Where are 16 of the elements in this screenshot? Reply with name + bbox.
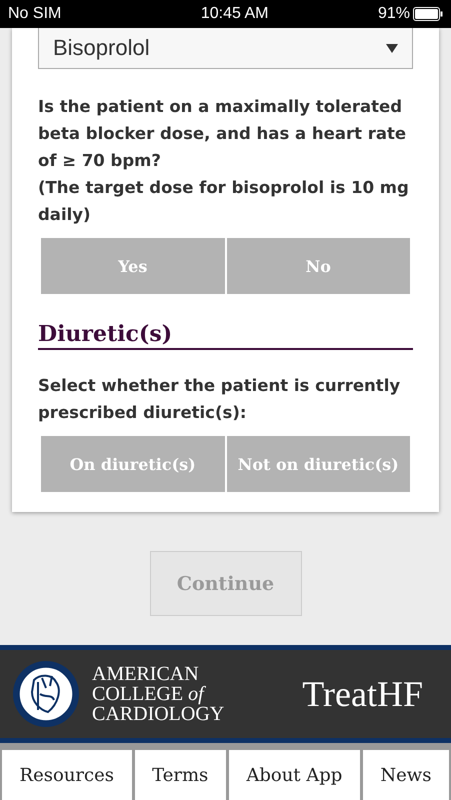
carrier-text: No SIM <box>8 5 62 23</box>
college-wordmark: AMERICAN COLLEGE of CARDIOLOGY <box>92 664 224 724</box>
medication-select[interactable]: Bisoprolol <box>38 28 413 69</box>
battery-icon <box>412 7 443 21</box>
heart-seal-icon <box>12 660 80 728</box>
dropdown-caret-icon <box>386 44 398 52</box>
nav-tab[interactable]: Resources <box>2 750 132 800</box>
clock-text: 10:45 AM <box>200 5 268 23</box>
nav-tab[interactable]: News <box>362 750 449 800</box>
nav-tab[interactable]: About App <box>228 750 360 800</box>
question-text: Select whether the patient is currently prescribed diuretic(s): <box>38 375 402 424</box>
nav-tab[interactable]: Terms <box>134 750 226 800</box>
question-text: Is the patient on a maximally tolerated beta blocker dose, and has a heart rate of ≥ 70 bpm? (The target dose for bisoprolol is 10 mg daily) <box>38 96 410 226</box>
section-heading: Diuretic(s) <box>38 320 413 350</box>
battery-percent: 91% <box>378 5 410 23</box>
app-name: TreatHF <box>302 673 423 715</box>
